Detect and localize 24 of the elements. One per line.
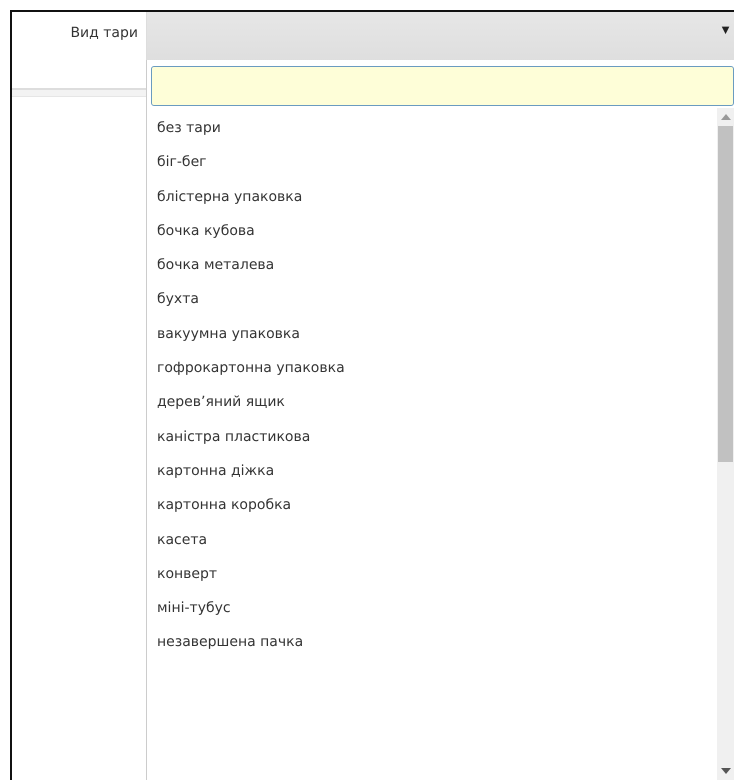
dropdown-option[interactable]: без тари [157, 111, 717, 146]
dropdown-option[interactable]: конверт [157, 556, 717, 592]
dropdown-option[interactable]: блістерна упаковка [157, 180, 717, 214]
dropdown-field[interactable]: ▼ [146, 12, 734, 60]
scrollbar-thumb[interactable] [718, 126, 733, 462]
dropdown-option[interactable]: касета [157, 522, 717, 557]
dropdown-option[interactable]: незавершена пачка [157, 625, 717, 660]
dropdown-option[interactable]: вакуумна упаковка [157, 316, 717, 352]
dropdown-option[interactable]: картонна коробка [157, 488, 717, 523]
dropdown-option[interactable]: дерев’яний ящик [157, 385, 717, 420]
dropdown-option[interactable]: картонна діжка [157, 454, 717, 488]
dropdown-option[interactable]: бочка металева [157, 248, 717, 282]
dropdown-option[interactable]: бочка кубова [157, 214, 717, 248]
scroll-down-icon[interactable] [720, 768, 730, 774]
field-label: Вид тари [69, 24, 139, 43]
dropdown-option[interactable]: біг-бег [157, 145, 717, 180]
dropdown-arrow-icon[interactable]: ▼ [719, 22, 732, 37]
search-field[interactable] [151, 66, 734, 106]
dropdown-option[interactable]: бухта [157, 282, 717, 317]
scrollbar[interactable] [717, 108, 734, 780]
dropdown-option[interactable]: гофрокартонна упаковка [157, 351, 717, 386]
dropdown-option[interactable]: міні-тубус [157, 591, 717, 626]
scroll-up-icon[interactable] [720, 114, 730, 120]
dropdown-option[interactable]: каністра пластикова [157, 420, 717, 454]
